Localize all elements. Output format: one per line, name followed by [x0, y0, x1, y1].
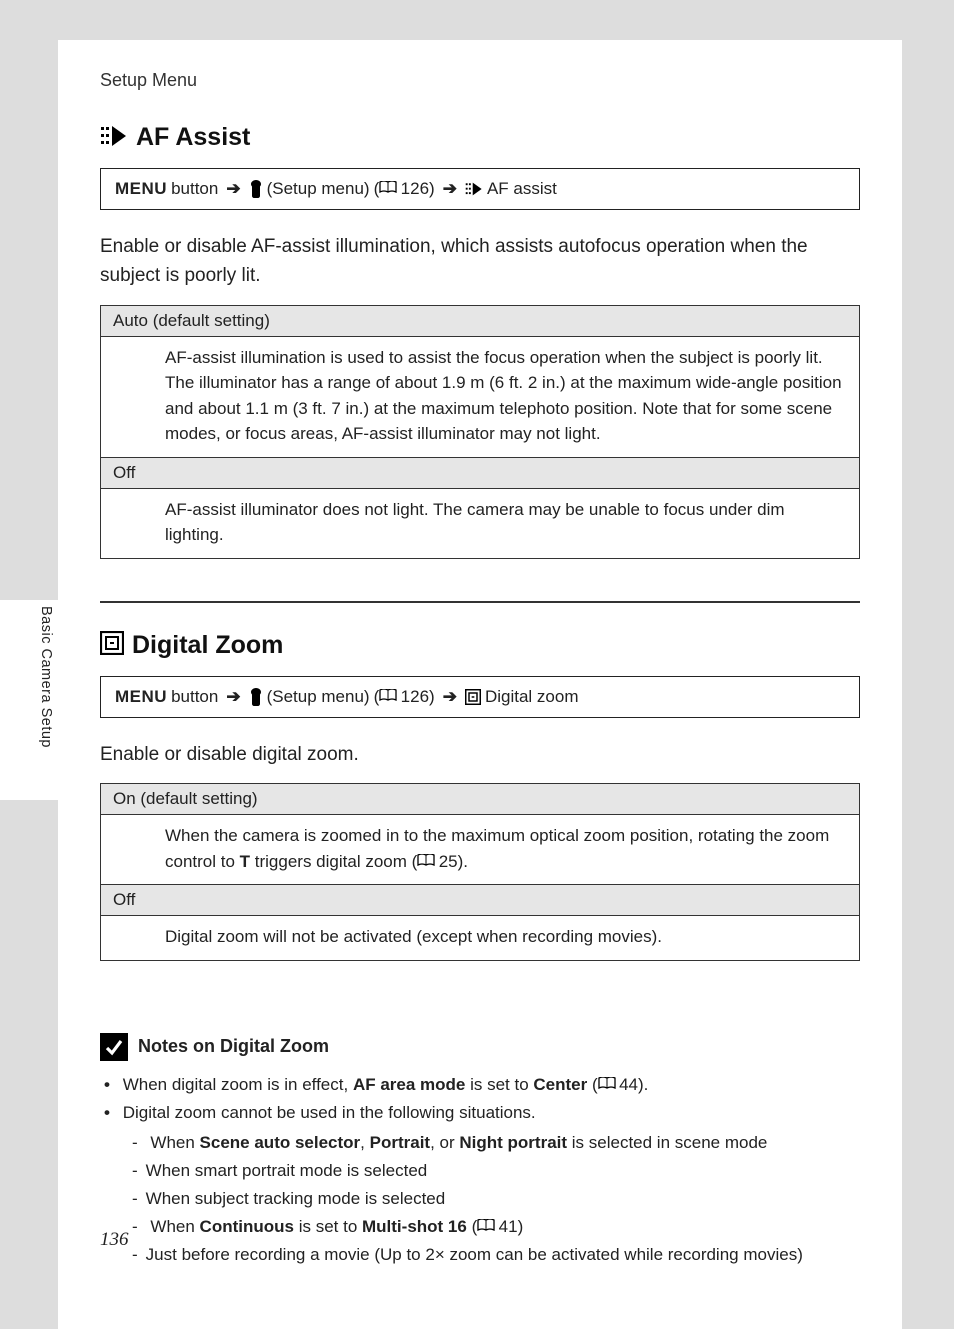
setup-menu-label: (Setup menu)	[267, 687, 370, 707]
zoom-t-label: T	[240, 852, 250, 871]
manual-page: Setup Menu AF Assist MENU button ➔ (Setu…	[58, 40, 902, 1329]
notes-title-text: Notes on Digital Zoom	[138, 1036, 329, 1057]
option-description: AF-assist illumination is used to assist…	[101, 336, 860, 457]
notes-sub-item: When Continuous is set to Multi-shot 16 …	[132, 1213, 860, 1241]
digital-zoom-icon	[100, 631, 124, 660]
notes-title: Notes on Digital Zoom	[100, 1033, 860, 1061]
button-word: button	[171, 179, 218, 199]
af-assist-icon	[100, 123, 128, 152]
digital-zoom-icon-small	[465, 689, 481, 705]
page-ref-126: 126	[401, 687, 429, 706]
menu-button-label: MENU	[115, 179, 167, 199]
option-description: Digital zoom will not be activated (exce…	[101, 916, 860, 961]
heading-af-assist: AF Assist	[100, 123, 860, 152]
heading-digital-zoom: Digital Zoom	[100, 631, 860, 660]
heading-af-assist-text: AF Assist	[136, 123, 250, 152]
wrench-icon	[249, 688, 263, 706]
notes-bullet: Digital zoom cannot be used in the follo…	[104, 1099, 860, 1269]
options-table-digital-zoom: On (default setting) When the camera is …	[100, 783, 860, 961]
page-number: 136	[100, 1229, 129, 1251]
notes-sub-item: When smart portrait mode is selected	[132, 1157, 860, 1185]
page-ref-126: 126	[401, 179, 429, 198]
path-item-digital-zoom: Digital zoom	[485, 687, 579, 707]
notes-bullet: When digital zoom is in effect, AF area …	[104, 1071, 860, 1099]
option-label: Auto (default setting)	[101, 305, 860, 336]
book-icon	[379, 181, 397, 194]
path-item-af-assist: AF assist	[487, 179, 557, 199]
option-description: When the camera is zoomed in to the maxi…	[101, 815, 860, 885]
heading-digital-zoom-text: Digital Zoom	[132, 631, 283, 660]
notes-sub-item: When subject tracking mode is selected	[132, 1185, 860, 1213]
wrench-icon	[249, 180, 263, 198]
page-ref-25: 25	[439, 852, 458, 871]
book-icon	[598, 1077, 616, 1090]
intro-digital-zoom: Enable or disable digital zoom.	[100, 740, 860, 769]
notes-list: When digital zoom is in effect, AF area …	[100, 1071, 860, 1269]
nav-path-af-assist: MENU button ➔ (Setup menu) ( 126) ➔ AF a…	[100, 168, 860, 210]
button-word: button	[171, 687, 218, 707]
section-divider	[100, 601, 860, 603]
arrow-icon: ➔	[443, 179, 457, 199]
intro-af-assist: Enable or disable AF-assist illumination…	[100, 232, 860, 291]
nav-path-digital-zoom: MENU button ➔ (Setup menu) ( 126) ➔ Digi…	[100, 676, 860, 718]
book-icon	[379, 689, 397, 702]
notes-sub-item: Just before recording a movie (Up to 2× …	[132, 1241, 860, 1269]
book-icon	[417, 854, 435, 867]
options-table-af-assist: Auto (default setting) AF-assist illumin…	[100, 305, 860, 559]
page-ref-44: 44	[619, 1075, 638, 1094]
notes-block: Notes on Digital Zoom When digital zoom …	[100, 1033, 860, 1269]
menu-button-label: MENU	[115, 687, 167, 707]
page-header-path: Setup Menu	[100, 70, 860, 91]
arrow-icon: ➔	[226, 179, 240, 199]
option-label: On (default setting)	[101, 784, 860, 815]
notes-sub-item: When Scene auto selector, Portrait, or N…	[132, 1129, 860, 1157]
page-ref-41: 41	[499, 1217, 518, 1236]
setup-menu-label: (Setup menu)	[267, 179, 370, 199]
check-badge-icon	[100, 1033, 128, 1061]
arrow-icon: ➔	[443, 687, 457, 707]
side-chapter-label: Basic Camera Setup	[38, 606, 54, 748]
option-description: AF-assist illuminator does not light. Th…	[101, 488, 860, 558]
book-icon	[477, 1219, 495, 1232]
arrow-icon: ➔	[226, 687, 240, 707]
af-assist-icon-small	[465, 182, 483, 196]
option-label: Off	[101, 885, 860, 916]
option-label: Off	[101, 457, 860, 488]
notes-sub-list: When Scene auto selector, Portrait, or N…	[104, 1129, 860, 1269]
